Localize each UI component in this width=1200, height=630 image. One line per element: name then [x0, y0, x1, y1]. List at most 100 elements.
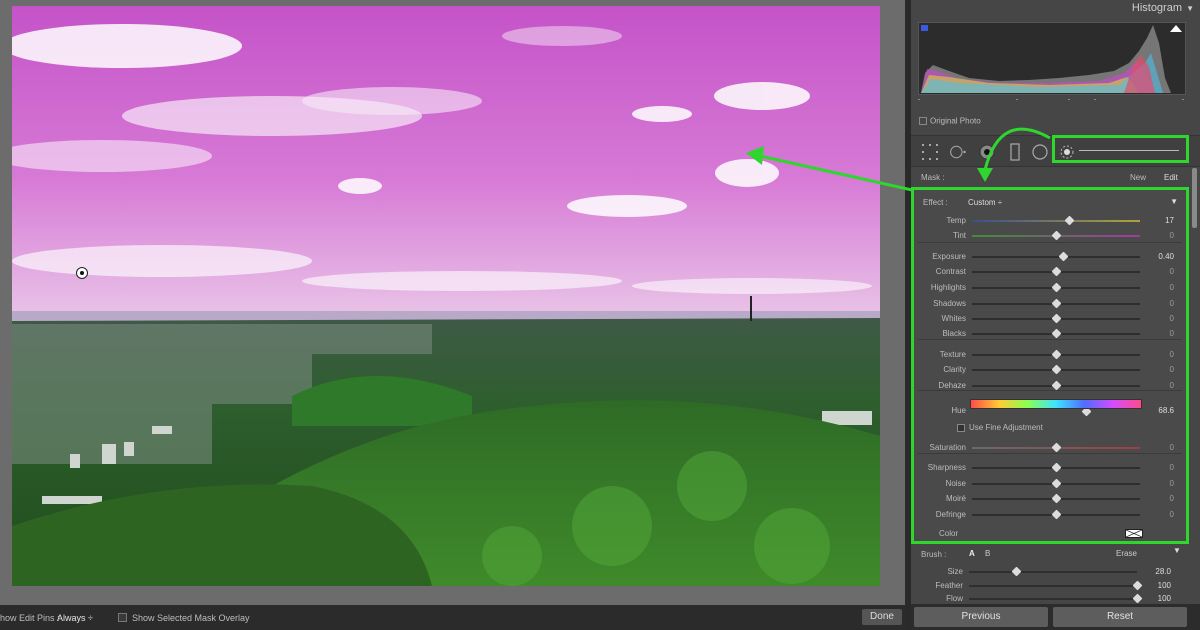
brush-b-tab[interactable]: B — [985, 549, 990, 558]
slider-value[interactable]: 0 — [1170, 283, 1174, 292]
slider-value[interactable]: 0 — [1170, 231, 1174, 240]
panel-scrollbar[interactable] — [1192, 168, 1197, 228]
slider-value[interactable]: 0 — [1170, 329, 1174, 338]
done-button[interactable]: Done — [862, 609, 902, 625]
slider-row-contrast[interactable]: Contrast 0 — [914, 266, 1186, 278]
color-label: Color — [939, 529, 959, 538]
slider-row-texture[interactable]: Texture 0 — [914, 349, 1186, 361]
fine-adjustment-checkbox[interactable] — [957, 423, 965, 432]
slider-row-defringe[interactable]: Defringe 0 — [914, 509, 1186, 521]
brush-collapse-icon[interactable]: ▼ — [1173, 546, 1181, 555]
slider-knob[interactable] — [1064, 215, 1075, 226]
slider-value[interactable]: 0 — [1170, 443, 1174, 452]
slider-value[interactable]: 0 — [1170, 479, 1174, 488]
slider-knob[interactable] — [1051, 282, 1062, 293]
image-canvas[interactable] — [0, 0, 905, 605]
slider-row-clarity[interactable]: Clarity 0 — [914, 364, 1186, 376]
slider-label: Exposure — [932, 252, 966, 261]
slider-track[interactable] — [969, 571, 1137, 573]
slider-knob[interactable] — [1051, 313, 1062, 324]
brush-size-track[interactable] — [1079, 150, 1179, 151]
slider-row-moir[interactable]: Moiré 0 — [914, 493, 1186, 505]
histogram-title: Histogram — [1131, 2, 1182, 14]
brush-slider-size[interactable]: Size 28.0 — [911, 566, 1183, 578]
slider-knob[interactable] — [1058, 251, 1069, 262]
graduated-filter-icon[interactable] — [1006, 143, 1024, 161]
slider-value[interactable]: 17 — [1165, 216, 1174, 225]
slider-knob[interactable] — [1051, 478, 1062, 489]
slider-value[interactable]: 0 — [1170, 299, 1174, 308]
slider-label: Moiré — [945, 494, 966, 503]
original-photo-checkbox[interactable] — [919, 116, 927, 125]
slider-row-temp[interactable]: Temp 17 — [914, 215, 1186, 227]
mask-new-button[interactable]: New — [1130, 173, 1146, 182]
slider-value[interactable]: 0 — [1170, 314, 1174, 323]
mask-edit-pin[interactable] — [76, 267, 88, 279]
slider-knob[interactable] — [1051, 230, 1062, 241]
slider-knob[interactable] — [1051, 380, 1062, 391]
brush-a-tab[interactable]: A — [969, 549, 975, 558]
section-separator — [918, 453, 1182, 454]
edit-pins-select[interactable]: Always ÷ — [57, 613, 93, 623]
slider-knob[interactable] — [1051, 349, 1062, 360]
slider-row-shadows[interactable]: Shadows 0 — [914, 298, 1186, 310]
slider-value[interactable]: 0 — [1170, 365, 1174, 374]
slider-row-highlights[interactable]: Highlights 0 — [914, 282, 1186, 294]
slider-value[interactable]: 68.6 — [1158, 406, 1174, 415]
slider-knob[interactable] — [1051, 364, 1062, 375]
radial-filter-icon[interactable] — [1031, 143, 1049, 161]
brush-slider-feather[interactable]: Feather 100 — [911, 580, 1183, 592]
slider-track[interactable] — [972, 256, 1140, 258]
slider-row-exposure[interactable]: Exposure 0.40 — [914, 251, 1186, 263]
slider-knob[interactable] — [1132, 580, 1143, 591]
reset-button[interactable]: Reset — [1053, 607, 1187, 627]
slider-knob[interactable] — [1132, 593, 1143, 604]
slider-knob[interactable] — [1051, 328, 1062, 339]
slider-row-whites[interactable]: Whites 0 — [914, 313, 1186, 325]
mask-edit-button[interactable]: Edit — [1164, 173, 1178, 182]
slider-knob[interactable] — [1051, 493, 1062, 504]
slider-row-noise[interactable]: Noise 0 — [914, 478, 1186, 490]
effect-collapse-icon[interactable]: ▼ — [1170, 197, 1178, 206]
photo-preview[interactable] — [12, 6, 880, 586]
histogram-chart[interactable] — [918, 22, 1186, 95]
mask-overlay-label: Show Selected Mask Overlay — [132, 613, 250, 623]
red-eye-icon[interactable] — [978, 143, 996, 161]
slider-knob[interactable] — [1011, 566, 1022, 577]
slider-value[interactable]: 100 — [1158, 581, 1171, 590]
crop-grid-icon[interactable] — [921, 143, 939, 161]
slider-label: Dehaze — [938, 381, 966, 390]
slider-track[interactable] — [972, 220, 1140, 222]
slider-value[interactable]: 100 — [1158, 594, 1171, 603]
spot-removal-icon[interactable] — [949, 143, 967, 161]
slider-value[interactable]: 0 — [1170, 494, 1174, 503]
slider-value[interactable]: 0 — [1170, 463, 1174, 472]
mask-overlay-checkbox[interactable] — [118, 613, 127, 622]
slider-value[interactable]: 28.0 — [1155, 567, 1171, 576]
range-mask-highlight — [1052, 135, 1189, 163]
slider-knob[interactable] — [1051, 442, 1062, 453]
slider-knob[interactable] — [1051, 266, 1062, 277]
previous-button[interactable]: Previous — [914, 607, 1048, 627]
slider-value[interactable]: 0 — [1170, 510, 1174, 519]
slider-value[interactable]: 0 — [1170, 381, 1174, 390]
fine-adjustment-toggle[interactable]: Use Fine Adjustment — [957, 423, 1043, 432]
slider-track[interactable] — [969, 585, 1137, 587]
slider-row-tint[interactable]: Tint 0 — [914, 230, 1186, 242]
brush-erase-tab[interactable]: Erase — [1116, 549, 1137, 558]
histogram-header[interactable]: Histogram ▼ — [911, 0, 1200, 16]
hue-spectrum-slider[interactable] — [970, 399, 1142, 409]
slider-row-sharpness[interactable]: Sharpness 0 — [914, 462, 1186, 474]
slider-knob[interactable] — [1051, 462, 1062, 473]
effect-label: Effect : — [923, 198, 948, 207]
collapse-triangle-icon[interactable]: ▼ — [1186, 4, 1194, 13]
slider-value[interactable]: 0.40 — [1158, 252, 1174, 261]
effect-preset-select[interactable]: Custom ÷ — [968, 198, 1002, 207]
slider-knob[interactable] — [1051, 509, 1062, 520]
slider-knob[interactable] — [1051, 298, 1062, 309]
color-swatch[interactable] — [1125, 529, 1143, 538]
slider-value[interactable]: 0 — [1170, 267, 1174, 276]
original-photo-toggle[interactable]: Original Photo — [919, 116, 981, 125]
slider-track[interactable] — [969, 598, 1137, 600]
slider-value[interactable]: 0 — [1170, 350, 1174, 359]
